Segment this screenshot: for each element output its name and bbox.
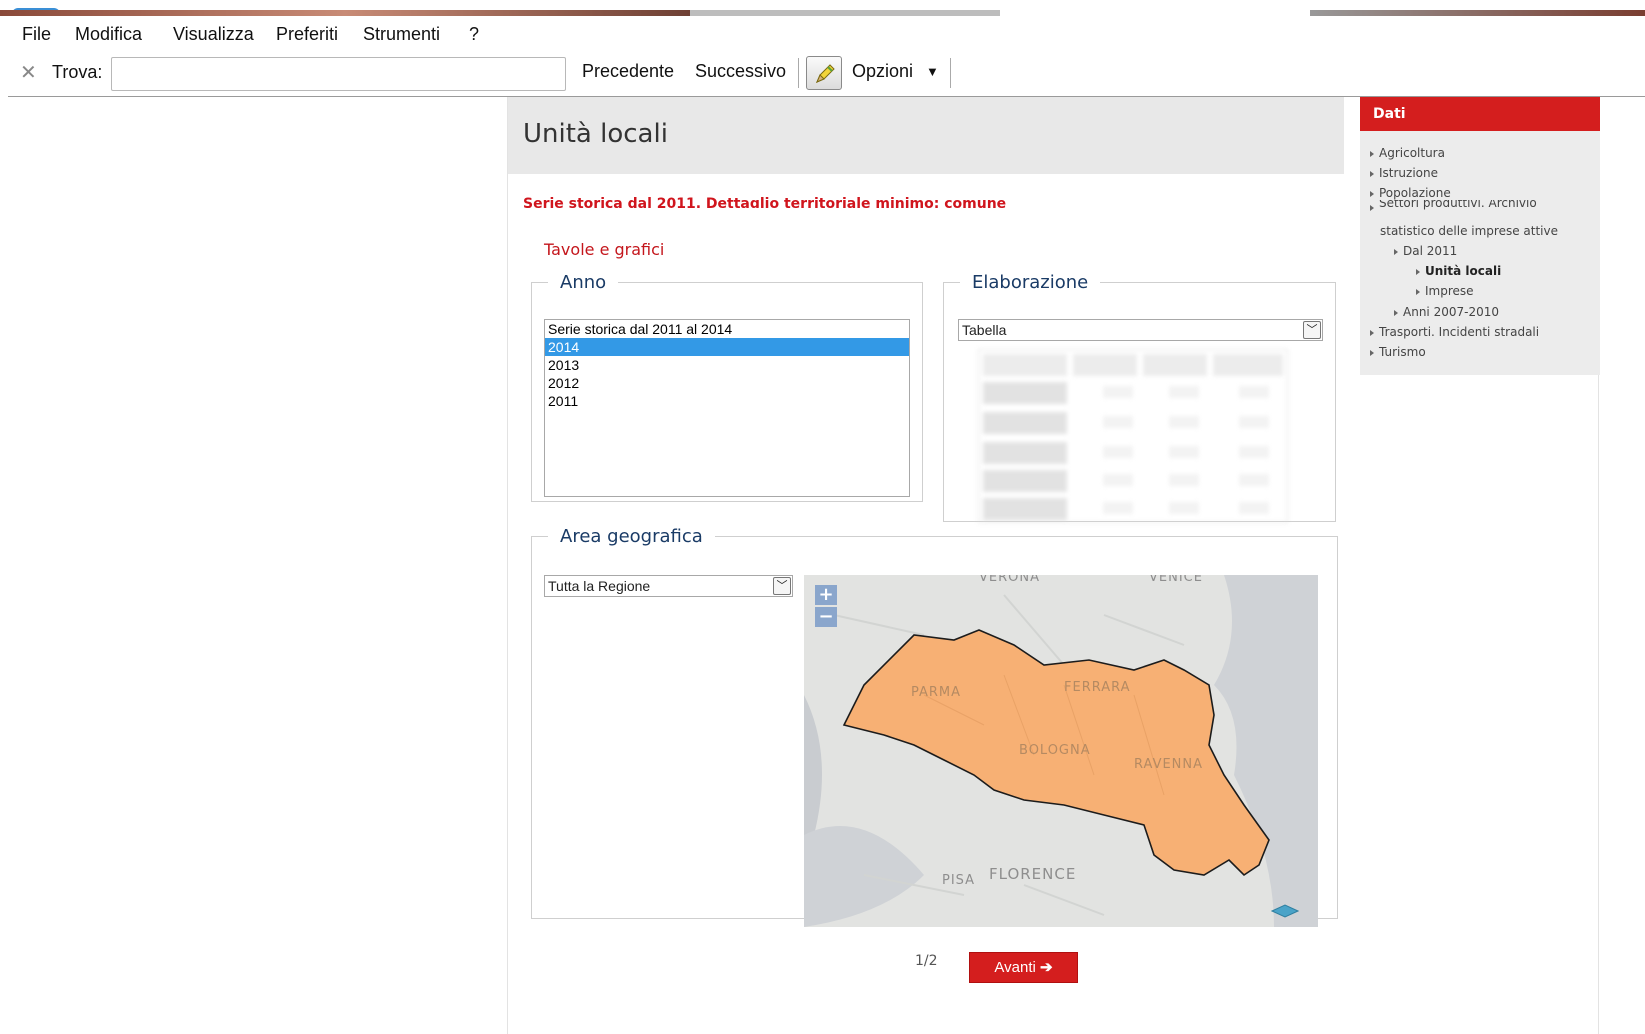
- region-map[interactable]: + − VERONA VENICE PARMA FERRARA BOLOGNA …: [804, 575, 1318, 927]
- sidebar-item-label: Dal 2011: [1403, 244, 1458, 258]
- sidebar-item-label: Anni 2007-2010: [1403, 305, 1499, 319]
- arrow-right-icon: ➔: [1040, 959, 1053, 976]
- elaborazione-fieldset: Elaborazione Tabella ﹀: [943, 272, 1336, 523]
- sidebar-item-dal-2011[interactable]: Dal 2011: [1394, 244, 1457, 258]
- caret-right-icon: [1370, 170, 1374, 177]
- elaborazione-selected-value: Tabella: [962, 322, 1007, 338]
- find-bar: ✕ Trova: Precedente Successivo Opzioni ▼: [0, 52, 1645, 96]
- page-title: Unità locali: [523, 119, 668, 149]
- sidebar-item-settori-cont[interactable]: statistico delle imprese attive: [1380, 224, 1558, 238]
- map-city-label: RAVENNA: [1134, 757, 1204, 772]
- sidebar-item-turismo[interactable]: Turismo: [1370, 345, 1426, 359]
- sidebar: Dati Agricoltura Istruzione Popolazione …: [1360, 97, 1600, 375]
- table-preview-thumbnail: [978, 349, 1288, 523]
- caret-right-icon: [1370, 190, 1374, 197]
- map-city-label: VERONA: [979, 575, 1040, 585]
- menu-help[interactable]: ?: [469, 24, 479, 45]
- sidebar-item-label: Istruzione: [1379, 166, 1438, 180]
- anno-fieldset: Anno Serie storica dal 2011 al 2014 2014…: [531, 272, 923, 502]
- sidebar-item-agricoltura[interactable]: Agricoltura: [1370, 146, 1445, 160]
- find-previous-button[interactable]: Precedente: [582, 61, 674, 82]
- highlight-pencil-icon[interactable]: [806, 56, 842, 90]
- sidebar-item-settori[interactable]: Settori produttivi. Archivio: [1370, 200, 1537, 212]
- layers-icon[interactable]: [1270, 903, 1300, 918]
- zoom-in-button[interactable]: +: [815, 585, 837, 605]
- area-select[interactable]: Tutta la Regione ﹀: [544, 575, 793, 597]
- zoom-out-button[interactable]: −: [815, 607, 837, 627]
- sidebar-item-label: Trasporti. Incidenti stradali: [1379, 325, 1540, 339]
- find-next-button[interactable]: Successivo: [695, 61, 786, 82]
- pager-indicator: 1/2: [915, 953, 938, 969]
- map-city-label: VENICE: [1149, 575, 1203, 585]
- sidebar-header: Dati: [1360, 97, 1600, 131]
- sidebar-item-label: Agricoltura: [1379, 146, 1445, 160]
- area-geografica-fieldset: Area geografica Tutta la Regione ﹀ + − V…: [531, 526, 1338, 927]
- menu-bar: File Modifica Visualizza Preferiti Strum…: [0, 16, 1645, 52]
- section-title: Tavole e grafici: [544, 240, 665, 259]
- map-city-label: BOLOGNA: [1019, 743, 1091, 758]
- sidebar-item-label: Popolazione: [1379, 186, 1451, 200]
- map-city-label: FLORENCE: [989, 865, 1077, 883]
- anno-option[interactable]: 2013: [545, 356, 909, 374]
- sidebar-item-label: Imprese: [1425, 284, 1474, 298]
- map-city-label: PISA: [942, 873, 976, 888]
- caret-right-icon: [1416, 268, 1420, 275]
- sidebar-item-label: Unità locali: [1425, 264, 1502, 278]
- divider: [798, 58, 799, 88]
- find-label: Trova:: [52, 62, 103, 82]
- sidebar-item-unita-locali[interactable]: Unità locali: [1416, 264, 1501, 278]
- close-find-icon[interactable]: ✕: [20, 60, 37, 84]
- caret-right-icon: [1394, 248, 1398, 255]
- caret-right-icon: [1416, 288, 1420, 295]
- page-subtitle: Serie storica dal 2011. Dettaglio territ…: [523, 196, 1007, 208]
- map-city-label: PARMA: [911, 685, 962, 700]
- chevron-down-icon: ﹀: [773, 577, 791, 595]
- caret-right-icon: [1370, 329, 1374, 336]
- elaborazione-select[interactable]: Tabella ﹀: [958, 319, 1323, 341]
- area-legend: Area geografica: [560, 526, 703, 547]
- sidebar-item-popolazione[interactable]: Popolazione: [1370, 186, 1451, 200]
- area-selected-value: Tutta la Regione: [548, 578, 651, 594]
- find-input[interactable]: [111, 57, 566, 91]
- chevron-down-icon: ﹀: [1303, 321, 1321, 339]
- caret-right-icon: [1370, 349, 1374, 356]
- next-step-label: Avanti: [994, 959, 1036, 976]
- sidebar-item-imprese[interactable]: Imprese: [1416, 284, 1474, 298]
- menu-visualizza[interactable]: Visualizza: [173, 24, 254, 45]
- menu-preferiti[interactable]: Preferiti: [276, 24, 338, 45]
- sidebar-title: Dati: [1373, 106, 1406, 122]
- map-city-label: FERRARA: [1064, 680, 1131, 695]
- sidebar-item-istruzione[interactable]: Istruzione: [1370, 166, 1438, 180]
- find-options-button[interactable]: Opzioni: [852, 61, 913, 82]
- divider: [950, 58, 951, 88]
- anno-option[interactable]: 2011: [545, 392, 909, 410]
- menu-file[interactable]: File: [22, 24, 51, 45]
- options-dropdown-icon[interactable]: ▼: [926, 64, 939, 79]
- caret-right-icon: [1370, 150, 1374, 157]
- anno-option[interactable]: Serie storica dal 2011 al 2014: [545, 320, 909, 338]
- caret-right-icon: [1370, 204, 1374, 211]
- sidebar-item-label: Settori produttivi. Archivio: [1379, 200, 1537, 210]
- sidebar-item-trasporti[interactable]: Trasporti. Incidenti stradali: [1370, 325, 1539, 339]
- anno-legend: Anno: [560, 272, 607, 293]
- sidebar-item-anni-2007-2010[interactable]: Anni 2007-2010: [1394, 305, 1499, 319]
- sidebar-item-label: Turismo: [1379, 345, 1426, 359]
- browser-tab-strip: [0, 0, 1645, 16]
- anno-option[interactable]: 2012: [545, 374, 909, 392]
- menu-strumenti[interactable]: Strumenti: [363, 24, 440, 45]
- anno-option-selected[interactable]: 2014: [545, 338, 909, 356]
- caret-right-icon: [1394, 309, 1398, 316]
- anno-listbox[interactable]: Serie storica dal 2011 al 2014 2014 2013…: [544, 319, 910, 497]
- menu-modifica[interactable]: Modifica: [75, 24, 142, 45]
- title-band: Unità locali: [508, 97, 1344, 174]
- next-step-button[interactable]: Avanti ➔: [969, 952, 1078, 983]
- elaborazione-legend: Elaborazione: [972, 272, 1089, 293]
